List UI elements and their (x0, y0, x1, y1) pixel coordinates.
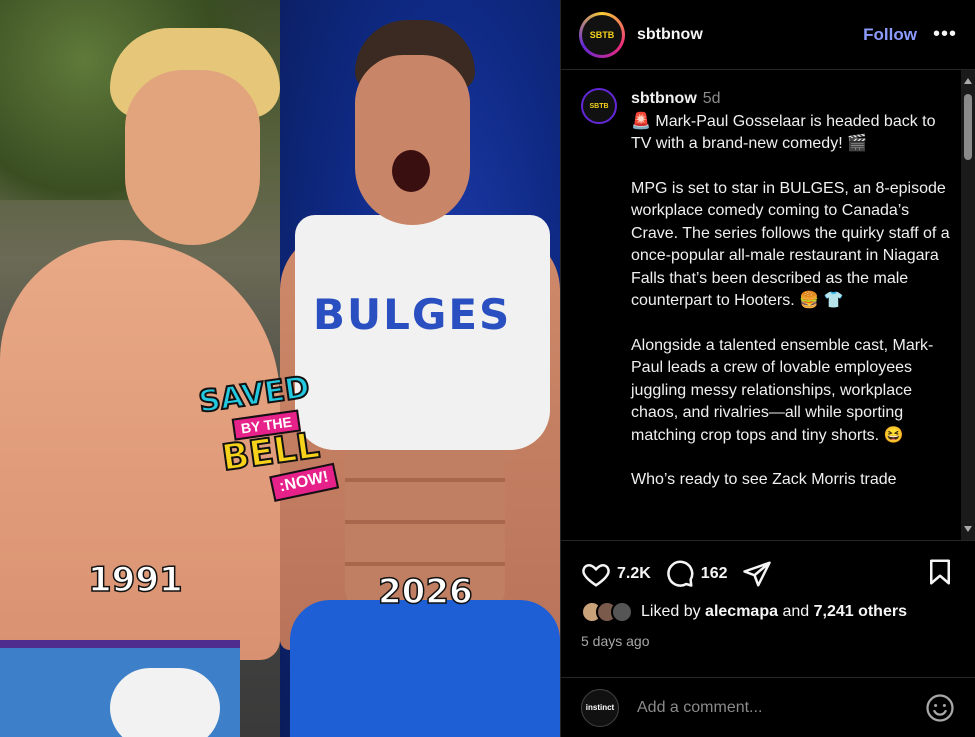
caption-scrollbar[interactable] (961, 70, 975, 540)
liker-avatar (611, 601, 633, 623)
bookmark-icon (930, 559, 950, 584)
towel (110, 668, 220, 737)
comment-icon (667, 560, 694, 587)
post-sidebar: SBTB sbtbnow Follow ••• SBTB sbtbnow 5d 🚨… (560, 0, 975, 737)
caption-time: 5d (702, 90, 721, 107)
caption-paragraph: sbtbnow 5d 🚨 Mark-Paul Gosselaar is heade… (631, 88, 951, 156)
post-image[interactable]: BULGES SAVED BY THE BELL :NOW! 1991 2026 (0, 0, 560, 737)
heart-icon (582, 563, 610, 587)
share-button[interactable] (742, 559, 772, 589)
more-options-icon[interactable]: ••• (933, 23, 957, 46)
commenter-avatar: instinct (581, 688, 619, 727)
shirt-text: BULGES (313, 290, 512, 339)
young-face (125, 70, 260, 245)
follow-button[interactable]: Follow (863, 25, 917, 45)
caption-body: sbtbnow 5d 🚨 Mark-Paul Gosselaar is heade… (631, 88, 951, 540)
liked-by-row[interactable]: Liked by alecmapa and 7,241 others (581, 601, 955, 623)
scroll-down-arrow-icon[interactable] (964, 526, 972, 532)
blue-shorts (290, 600, 560, 737)
like-button[interactable]: 7.2K (581, 559, 651, 589)
caption-paragraph: MPG is set to star in BULGES, an 8-episo… (631, 179, 955, 310)
caption-section: SBTB sbtbnow 5d 🚨 Mark-Paul Gosselaar is … (561, 70, 975, 540)
caption-paragraph: Alongside a talented ensemble cast, Mark… (631, 336, 934, 444)
caption-username[interactable]: sbtbnow (631, 90, 697, 107)
liker-avatars (581, 601, 633, 623)
save-button[interactable] (925, 557, 955, 592)
saved-by-the-bell-logo: SAVED BY THE BELL :NOW! (182, 364, 368, 516)
post-header: SBTB sbtbnow Follow ••• (561, 0, 975, 70)
caption-avatar[interactable]: SBTB (581, 88, 617, 124)
scroll-up-arrow-icon[interactable] (964, 78, 972, 84)
year-label-right: 2026 (377, 571, 473, 613)
comment-input[interactable] (637, 698, 925, 717)
older-face (355, 55, 470, 225)
caption-paragraph: Who’s ready to see Zack Morris trade (631, 471, 897, 488)
post-date: 5 days ago (581, 633, 650, 649)
scroll-thumb[interactable] (964, 94, 972, 160)
emoji-icon[interactable] (925, 693, 955, 723)
author-username[interactable]: sbtbnow (637, 26, 703, 44)
author-avatar[interactable]: SBTB (579, 11, 625, 58)
liked-by-and: and (782, 603, 810, 620)
author-avatar-image: SBTB (582, 14, 622, 55)
instagram-post-view: BULGES SAVED BY THE BELL :NOW! 1991 2026… (0, 0, 975, 737)
liked-by-user[interactable]: alecmapa (705, 603, 778, 621)
caption-text: 🚨 Mark-Paul Gosselaar is headed back to … (631, 112, 940, 153)
post-actions: 7.2K 162 Liked by alecmapa and 7,241 oth… (561, 540, 975, 649)
share-icon (742, 561, 771, 587)
liked-by-prefix: Liked by (641, 603, 701, 620)
action-icon-row: 7.2K 162 (581, 559, 955, 589)
comment-composer: instinct (561, 677, 975, 737)
like-count: 7.2K (617, 565, 651, 582)
comment-count: 162 (700, 565, 728, 582)
open-mouth (392, 150, 430, 192)
liked-by-others[interactable]: 7,241 others (814, 603, 907, 621)
comment-button[interactable]: 162 (665, 559, 728, 589)
year-label-left: 1991 (87, 559, 183, 601)
